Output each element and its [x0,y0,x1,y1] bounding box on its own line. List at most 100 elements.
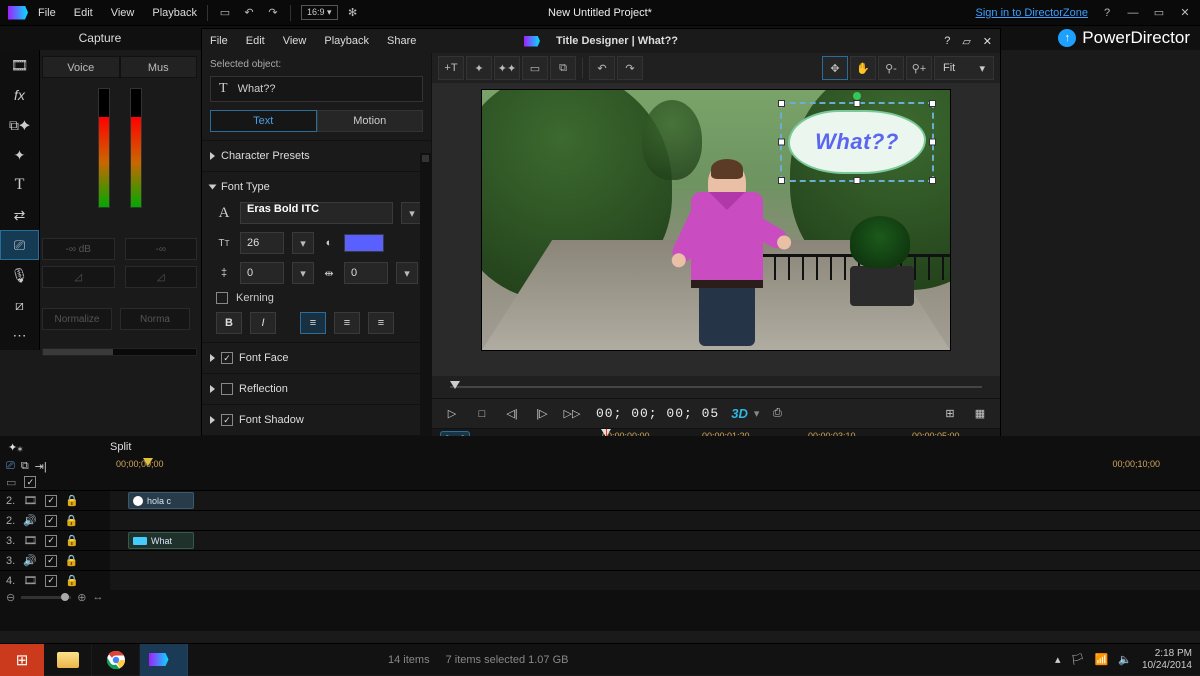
title-room-icon[interactable]: T [0,170,39,200]
font-size-dropdown[interactable]: ▾ [292,232,314,254]
taskbar-clock[interactable]: 2:18 PM 10/24/2014 [1142,648,1194,672]
font-name-select[interactable]: Eras Bold ITC [240,202,393,224]
aspect-ratio-dropdown[interactable]: 16:9 ▾ [301,5,338,20]
tab-text[interactable]: Text [210,110,317,132]
zoom-fit-dropdown[interactable]: Fit▾ [934,56,994,80]
dlg-menu-file[interactable]: File [210,35,228,47]
font-color-swatch[interactable] [344,234,384,252]
clip-what[interactable]: What [128,532,194,549]
line-spacing-dropdown[interactable]: ▾ [292,262,314,284]
tray-network-icon[interactable]: 📶 [1095,653,1109,666]
font-face-checkbox[interactable] [221,352,233,364]
minimize-icon[interactable]: — [1126,6,1140,20]
task-powerdirector[interactable] [140,644,188,676]
align-center-button[interactable]: ≡ [334,312,360,334]
resize-handle[interactable] [929,100,936,107]
start-button[interactable]: ⊞ [0,644,44,676]
group-reflection[interactable]: Reflection [210,380,423,398]
title-object-selection[interactable]: What?? [780,102,934,182]
prev-frame-button[interactable]: ◁| [500,403,524,425]
lock-icon[interactable]: 🔒 [65,554,79,567]
transition-room-icon[interactable]: ⇄ [0,200,39,230]
mixer-scrollbar[interactable] [42,348,197,356]
next-frame-button[interactable]: |▷ [530,403,554,425]
sign-in-link[interactable]: Sign in to DirectorZone [976,7,1089,19]
normalize-button[interactable]: Normalize [42,308,112,330]
resize-handle[interactable] [929,177,936,184]
group-font-shadow[interactable]: Font Shadow [210,411,423,429]
align-left-button[interactable]: ≡ [300,312,326,334]
tl-snap-icon[interactable]: ⧉ [21,460,29,473]
insert-particle-icon[interactable]: ✦ [466,56,492,80]
task-chrome[interactable] [92,644,140,676]
music-tab[interactable]: Mus [120,56,198,78]
group-character-presets[interactable]: Character Presets [210,147,423,165]
tl-options-icon[interactable]: ▭ [6,476,16,489]
italic-button[interactable]: I [250,312,276,334]
project-playhead[interactable] [143,458,153,466]
font-size-input[interactable]: 26 [240,232,284,254]
dlg-menu-edit[interactable]: Edit [246,35,265,47]
preview-scrub-slider[interactable] [440,378,992,396]
bold-button[interactable]: B [216,312,242,334]
move-tool-icon[interactable]: ✥ [822,56,848,80]
capture-tab[interactable]: Capture [0,31,200,45]
voice-tab[interactable]: Voice [42,56,120,78]
menu-file[interactable]: File [38,7,56,19]
safe-zone-icon[interactable]: ⊞ [938,403,962,425]
lock-icon[interactable]: 🔒 [65,534,79,547]
clip-hola[interactable]: hola c [128,492,194,509]
resize-handle[interactable] [929,139,936,146]
dlg-menu-view[interactable]: View [283,35,307,47]
audio-mix-room-icon[interactable]: ⎚ [0,230,39,260]
stop-button[interactable]: □ [470,403,494,425]
project-zoom-slider[interactable] [21,596,71,599]
zoom-in-icon[interactable]: ⚲+ [906,56,932,80]
insert-bg-icon[interactable]: ▭ [522,56,548,80]
tray-action-center-icon[interactable]: 🏳 [1071,653,1085,666]
track-visible-checkbox[interactable] [45,535,57,547]
resize-handle[interactable] [854,100,861,107]
snapshot-button[interactable]: ⎙ [765,403,789,425]
timecode-display[interactable]: 00; 00; 00; 05 [596,406,719,421]
hand-tool-icon[interactable]: ✋ [850,56,876,80]
play-button[interactable]: ▷ [440,403,464,425]
subtitle-room-icon[interactable]: ⋯ [0,320,39,350]
track-visible-checkbox[interactable] [45,555,57,567]
resize-handle[interactable] [778,100,785,107]
undo-button[interactable]: ↶ [589,56,615,80]
insert-title-icon[interactable]: +T [438,56,464,80]
track-visible-checkbox[interactable] [45,575,57,587]
align-right-button[interactable]: ≡ [368,312,394,334]
menu-playback[interactable]: Playback [152,7,197,19]
tl-view-mode-icon[interactable]: ⎚ [6,460,15,473]
char-spacing-input[interactable]: 0 [344,262,388,284]
tray-expand-icon[interactable]: ▴ [1055,653,1061,666]
insert-image-icon[interactable]: ⧉ [550,56,576,80]
save-icon[interactable]: ▭ [218,6,232,20]
resize-handle[interactable] [778,177,785,184]
fast-forward-button[interactable]: ▷▷ [560,403,584,425]
fx-room-icon[interactable]: fx [0,80,39,110]
gain-right[interactable]: -∞ [125,238,198,260]
undo-icon[interactable]: ↶ [242,6,256,20]
dlg-menu-share[interactable]: Share [387,35,416,47]
group-font-face[interactable]: Font Face [210,349,423,367]
maximize-icon[interactable]: ▭ [1152,6,1166,20]
rotation-handle[interactable] [853,92,861,100]
lock-icon[interactable]: 🔒 [65,574,79,587]
help-icon[interactable]: ? [1100,6,1114,20]
zoom-in-icon[interactable]: ⊕ [77,591,86,604]
project-ruler[interactable]: 00;00;00;00 00;00;10;00 [110,458,1200,474]
redo-icon[interactable]: ↷ [266,6,280,20]
voiceover-room-icon[interactable]: 🎙 [0,260,39,290]
dlg-close-icon[interactable]: ✕ [983,35,992,48]
tl-marker-icon[interactable]: ⇥| [35,460,47,473]
char-spacing-dropdown[interactable]: ▾ [396,262,418,284]
reflection-checkbox[interactable] [221,383,233,395]
redo-button[interactable]: ↷ [617,56,643,80]
lock-icon[interactable]: 🔒 [65,494,79,507]
close-icon[interactable]: ✕ [1178,6,1192,20]
track-visible-checkbox[interactable] [45,515,57,527]
zoom-out-icon[interactable]: ⊖ [6,591,15,604]
